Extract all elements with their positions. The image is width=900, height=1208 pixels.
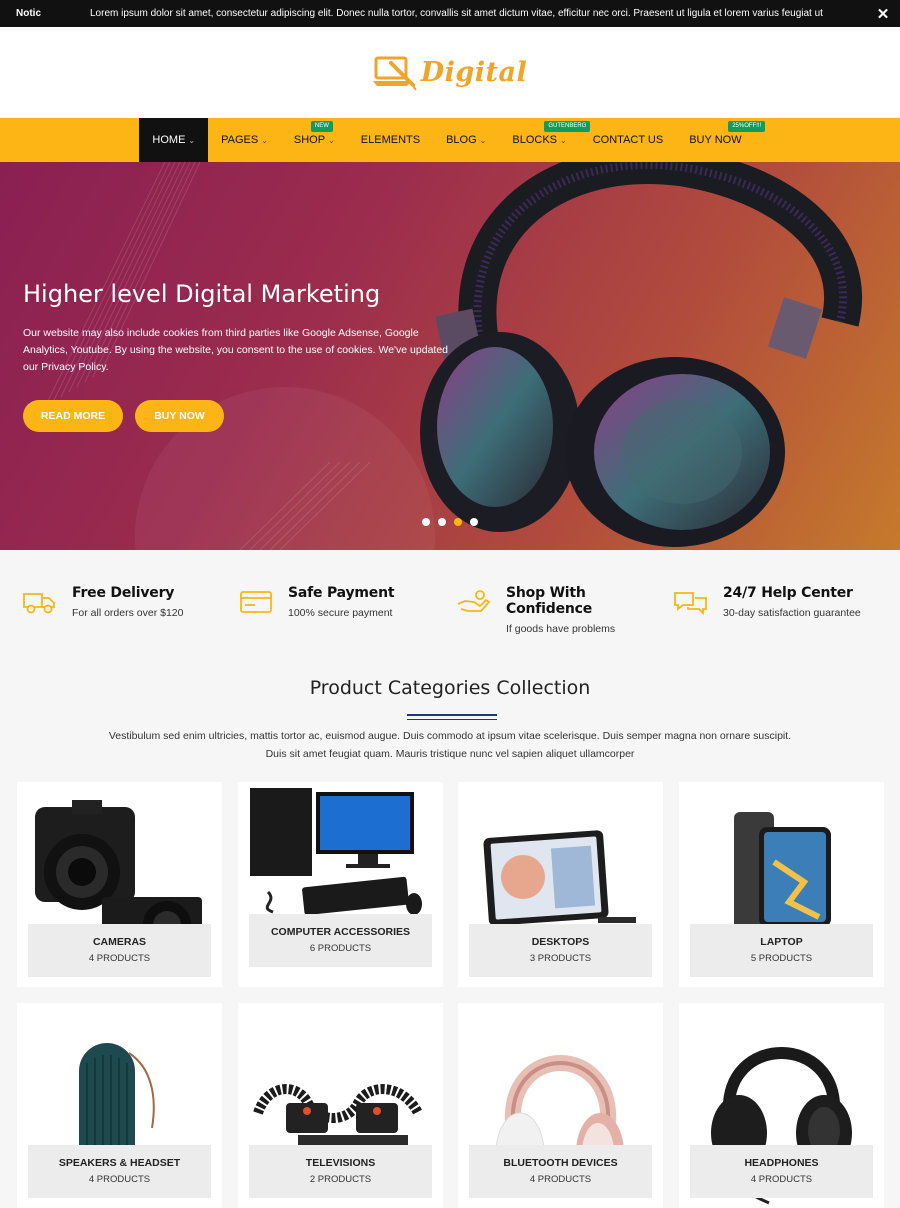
chevron-down-icon: ⌄ bbox=[560, 135, 567, 145]
nav-item-label: BLOCKS bbox=[512, 134, 558, 146]
notice-tag: Notic bbox=[16, 8, 41, 19]
category-count: 4 PRODUCTS bbox=[88, 1174, 151, 1185]
nav-item-label: ELEMENTS bbox=[360, 134, 421, 146]
category-label: HEADPHONES 4 PRODUCTS bbox=[690, 1145, 873, 1198]
feature-item: 24/7 Help Center 30-day satisfaction gua… bbox=[651, 585, 868, 635]
nav-item-buy-now[interactable]: BUY NOW 25%OFF!!! bbox=[676, 118, 766, 162]
category-card-laptop[interactable]: LAPTOP 5 PRODUCTS bbox=[679, 782, 884, 987]
category-label: TELEVISIONS 2 PRODUCTS bbox=[249, 1145, 432, 1198]
category-card-bluetooth-devices[interactable]: BLUETOOTH DEVICES 4 PRODUCTS bbox=[458, 1003, 663, 1208]
slider-dot[interactable] bbox=[470, 518, 478, 526]
slider-dot[interactable] bbox=[422, 518, 430, 526]
feature-title: Safe Payment bbox=[288, 585, 395, 601]
category-count: 6 PRODUCTS bbox=[309, 943, 372, 954]
category-label: DESKTOPS 3 PRODUCTS bbox=[469, 924, 652, 977]
category-label: CAMERAS 4 PRODUCTS bbox=[28, 924, 211, 977]
feature-desc: If goods have problems bbox=[506, 623, 616, 635]
feature-desc: 100% secure payment bbox=[288, 607, 393, 619]
nav-item-label: CONTACT US bbox=[592, 134, 664, 146]
truck-icon bbox=[23, 593, 55, 614]
hand-money-icon bbox=[457, 590, 491, 612]
hero-title: Higher level Digital Marketing bbox=[23, 280, 381, 308]
category-card-headphones[interactable]: HEADPHONES 4 PRODUCTS bbox=[679, 1003, 884, 1208]
laptop-pen-icon bbox=[372, 56, 417, 91]
category-name: HEADPHONES bbox=[744, 1157, 819, 1169]
category-card-computer-accessories[interactable]: COMPUTER ACCESSORIES 6 PRODUCTS bbox=[238, 782, 443, 987]
category-name: LAPTOP bbox=[760, 936, 803, 948]
nav-item-shop[interactable]: SHOP ⌄ NEW bbox=[281, 118, 348, 162]
feature-desc: For all orders over $120 bbox=[72, 607, 184, 619]
feature-item: Shop With Confidence If goods have probl… bbox=[434, 585, 651, 635]
category-card-televisions[interactable]: TELEVISIONS 2 PRODUCTS bbox=[238, 1003, 443, 1208]
category-count: 3 PRODUCTS bbox=[529, 953, 592, 964]
category-name: DESKTOPS bbox=[531, 936, 590, 948]
features-row: Free Delivery For all orders over $120 S… bbox=[0, 585, 900, 635]
category-label: LAPTOP 5 PRODUCTS bbox=[690, 924, 873, 977]
category-name: TELEVISIONS bbox=[305, 1157, 376, 1169]
slider-dot[interactable] bbox=[454, 518, 462, 526]
category-card-desktops[interactable]: DESKTOPS 3 PRODUCTS bbox=[458, 782, 663, 987]
nav-item-blog[interactable]: BLOG ⌄ bbox=[433, 118, 499, 162]
nav-item-label: SHOP bbox=[293, 134, 326, 146]
title-underline bbox=[407, 719, 497, 720]
category-name: COMPUTER ACCESSORIES bbox=[270, 926, 411, 938]
category-count: 4 PRODUCTS bbox=[88, 953, 151, 964]
feature-title: Shop With Confidence bbox=[506, 585, 593, 617]
hero-slider: Higher level Digital Marketing Our websi… bbox=[0, 162, 900, 550]
category-card-cameras[interactable]: CAMERAS 4 PRODUCTS bbox=[17, 782, 222, 987]
section-description: Vestibulum sed enim ultricies, mattis to… bbox=[108, 730, 792, 760]
feature-title: Free Delivery bbox=[72, 585, 175, 601]
section-title: Product Categories Collection bbox=[309, 677, 591, 699]
nav-item-label: BLOG bbox=[446, 134, 477, 146]
nav-badge: 25%OFF!!! bbox=[728, 121, 766, 132]
chat-bubbles-icon bbox=[674, 592, 707, 615]
nav-item-contact-us[interactable]: CONTACT US bbox=[580, 118, 677, 162]
feature-item: Safe Payment 100% secure payment bbox=[217, 585, 434, 635]
buy-now-button[interactable]: BUY NOW bbox=[135, 400, 224, 432]
category-label: SPEAKERS & HEADSET 4 PRODUCTS bbox=[28, 1145, 211, 1198]
notice-message: Lorem ipsum dolor sit amet, consectetur … bbox=[90, 8, 823, 19]
chevron-down-icon: ⌄ bbox=[479, 135, 487, 145]
category-card-speakers-headset[interactable]: SPEAKERS & HEADSET 4 PRODUCTS bbox=[17, 1003, 222, 1208]
site-header: Digital bbox=[0, 27, 900, 118]
read-more-button[interactable]: READ MORE bbox=[23, 400, 123, 432]
nav-item-home[interactable]: HOME ⌄ bbox=[139, 118, 209, 162]
hero-text: Our website may also include cookies fro… bbox=[23, 327, 448, 373]
category-name: SPEAKERS & HEADSET bbox=[58, 1157, 181, 1169]
feature-title: 24/7 Help Center bbox=[723, 585, 853, 601]
nav-item-elements[interactable]: ELEMENTS bbox=[348, 118, 433, 162]
category-name: BLUETOOTH DEVICES bbox=[503, 1157, 618, 1169]
title-underline bbox=[407, 714, 497, 716]
chevron-down-icon: ⌄ bbox=[188, 135, 196, 145]
headphones-image bbox=[420, 162, 863, 547]
main-navigation: HOME ⌄ PAGES ⌄ SHOP ⌄ NEW ELEMENTS BLOG ⌄ BLOCKS ⌄ G… bbox=[0, 118, 900, 162]
nav-item-blocks[interactable]: BLOCKS ⌄ GUTENBERG bbox=[499, 118, 591, 162]
nav-item-label: HOME bbox=[152, 134, 186, 146]
category-label: BLUETOOTH DEVICES 4 PRODUCTS bbox=[469, 1145, 652, 1198]
site-logo[interactable]: Digital bbox=[372, 55, 528, 91]
credit-card-icon bbox=[240, 591, 272, 613]
slider-dots bbox=[422, 518, 478, 526]
close-icon[interactable]: ✕ bbox=[866, 5, 900, 23]
nav-item-label: PAGES bbox=[221, 134, 259, 146]
logo-text: Digital bbox=[420, 57, 528, 88]
category-count: 4 PRODUCTS bbox=[750, 1174, 813, 1185]
category-count: 4 PRODUCTS bbox=[529, 1174, 592, 1185]
slider-dot[interactable] bbox=[438, 518, 446, 526]
category-count: 2 PRODUCTS bbox=[309, 1174, 372, 1185]
feature-desc: 30-day satisfaction guarantee bbox=[723, 607, 861, 619]
category-label: COMPUTER ACCESSORIES 6 PRODUCTS bbox=[249, 914, 432, 967]
nav-item-label: BUY NOW bbox=[689, 134, 742, 146]
category-name: CAMERAS bbox=[92, 936, 147, 948]
nav-badge: NEW bbox=[310, 121, 333, 132]
chevron-down-icon: ⌄ bbox=[328, 135, 335, 145]
category-count: 5 PRODUCTS bbox=[750, 953, 813, 964]
feature-item: Free Delivery For all orders over $120 bbox=[0, 585, 217, 635]
chevron-down-icon: ⌄ bbox=[261, 135, 268, 145]
notice-bar: Notic Lorem ipsum dolor sit amet, consec… bbox=[0, 0, 900, 27]
nav-item-pages[interactable]: PAGES ⌄ bbox=[208, 118, 281, 162]
